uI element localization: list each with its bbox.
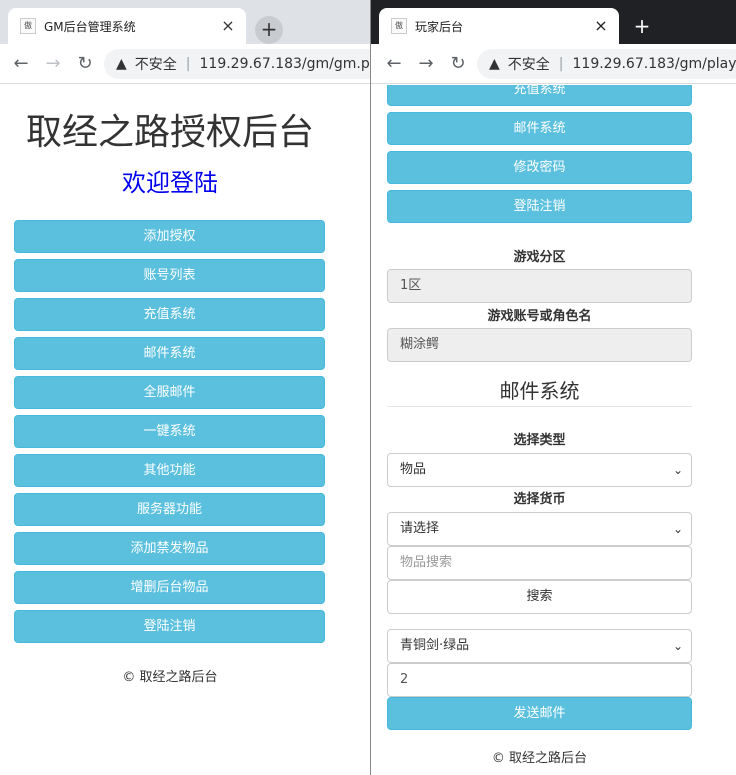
chevron-down-icon: ⌄	[672, 639, 683, 653]
item-search-input[interactable]: 物品搜索	[387, 546, 692, 580]
forward-arrow-icon[interactable]: →	[41, 52, 65, 76]
manage-items-button[interactable]: 增删后台物品	[14, 571, 325, 604]
server-functions-button[interactable]: 服务器功能	[14, 493, 325, 526]
site-favicon-icon: 傲视	[20, 18, 36, 34]
address-bar[interactable]: ▲ 不安全 | 119.29.67.183/gm/gm.php	[104, 49, 370, 79]
recharge-system-button[interactable]: 充值系统	[14, 298, 325, 331]
url-text[interactable]: 119.29.67.183/gm/player.php	[573, 56, 736, 72]
address-bar[interactable]: ▲ 不安全 | 119.29.67.183/gm/player.php	[477, 49, 736, 79]
reload-icon[interactable]: ↻	[446, 52, 470, 76]
not-secure-warning-icon: ▲	[116, 56, 127, 72]
forward-arrow-icon[interactable]: →	[414, 52, 438, 76]
tab-title: GM后台管理系统	[44, 19, 136, 34]
zone-field[interactable]: 1区	[387, 269, 692, 303]
quantity-input[interactable]: 2	[387, 663, 692, 697]
section-title: 邮件系统	[499, 379, 580, 403]
item-select[interactable]: 青铜剑·绿品 ⌄	[387, 629, 692, 663]
back-arrow-icon[interactable]: ←	[9, 52, 33, 76]
omnibox-separator: |	[185, 56, 191, 72]
browser-toolbar: ← → ↻ ▲ 不安全 | 119.29.67.183/gm/player.ph…	[371, 44, 736, 84]
account-label: 游戏账号或角色名	[487, 309, 592, 324]
not-secure-label: 不安全	[134, 57, 177, 73]
site-favicon-icon: 傲视	[391, 18, 407, 34]
zone-label: 游戏分区	[513, 250, 566, 265]
close-tab-icon[interactable]: ×	[218, 16, 238, 36]
currency-label: 选择货币	[513, 492, 566, 507]
currency-select-value: 请选择	[400, 521, 440, 536]
change-password-button[interactable]: 修改密码	[387, 151, 692, 184]
close-tab-icon[interactable]: ×	[591, 16, 611, 36]
not-secure-label: 不安全	[507, 57, 550, 73]
footer-copyright: © 取经之路后台	[491, 751, 588, 766]
account-list-button[interactable]: 账号列表	[14, 259, 325, 292]
add-authorization-button[interactable]: 添加授权	[14, 220, 325, 253]
tab-strip: 傲视 GM后台管理系统 × +	[0, 0, 370, 44]
logout-button[interactable]: 登陆注销	[387, 190, 692, 223]
one-click-system-button[interactable]: 一键系统	[14, 415, 325, 448]
tab-title: 玩家后台	[415, 19, 464, 34]
send-mail-button[interactable]: 发送邮件	[387, 697, 692, 730]
player-browser-window: 傲视 玩家后台 × + ← → ↻ ▲ 不安全 | 119.29.67.183/…	[370, 0, 736, 775]
chevron-down-icon: ⌄	[672, 463, 683, 477]
not-secure-warning-icon: ▲	[489, 56, 500, 72]
account-field[interactable]: 糊涂鳄	[387, 328, 692, 362]
recharge-system-button[interactable]: 充值系统	[387, 85, 692, 106]
omnibox-separator: |	[558, 56, 564, 72]
logout-button[interactable]: 登陆注销	[14, 610, 325, 643]
url-text[interactable]: 119.29.67.183/gm/gm.php	[200, 56, 371, 72]
welcome-link[interactable]: 欢迎登陆	[0, 163, 340, 198]
chevron-down-icon: ⌄	[672, 522, 683, 536]
type-select[interactable]: 物品 ⌄	[387, 453, 692, 487]
section-divider	[387, 406, 692, 407]
other-functions-button[interactable]: 其他功能	[14, 454, 325, 487]
type-select-value: 物品	[400, 462, 427, 477]
add-banned-items-button[interactable]: 添加禁发物品	[14, 532, 325, 565]
search-button[interactable]: 搜索	[387, 580, 692, 614]
reload-icon[interactable]: ↻	[73, 52, 97, 76]
server-mail-button[interactable]: 全服邮件	[14, 376, 325, 409]
tab-player-admin[interactable]: 傲视 玩家后台 ×	[379, 8, 619, 44]
tab-gm-admin[interactable]: 傲视 GM后台管理系统 ×	[8, 8, 246, 44]
browser-toolbar: ← → ↻ ▲ 不安全 | 119.29.67.183/gm/gm.php	[0, 44, 370, 84]
back-arrow-icon[interactable]: ←	[382, 52, 406, 76]
new-tab-icon[interactable]: +	[255, 16, 283, 44]
tab-strip: 傲视 玩家后台 × +	[371, 0, 736, 44]
gm-browser-window: 傲视 GM后台管理系统 × + ← → ↻ ▲ 不安全 | 119.29.67.…	[0, 0, 370, 775]
page-title: 取经之路授权后台	[25, 112, 314, 153]
mail-system-button[interactable]: 邮件系统	[14, 337, 325, 370]
item-select-value: 青铜剑·绿品	[400, 638, 470, 653]
currency-select[interactable]: 请选择 ⌄	[387, 512, 692, 546]
footer-copyright: © 取经之路后台	[122, 670, 218, 685]
mail-system-button[interactable]: 邮件系统	[387, 112, 692, 145]
player-page: 充值系统 邮件系统 修改密码 登陆注销 游戏分区 1区 游戏账号或角色名 糊涂鳄…	[371, 85, 736, 775]
type-label: 选择类型	[513, 433, 566, 448]
new-tab-icon[interactable]: +	[628, 13, 656, 41]
